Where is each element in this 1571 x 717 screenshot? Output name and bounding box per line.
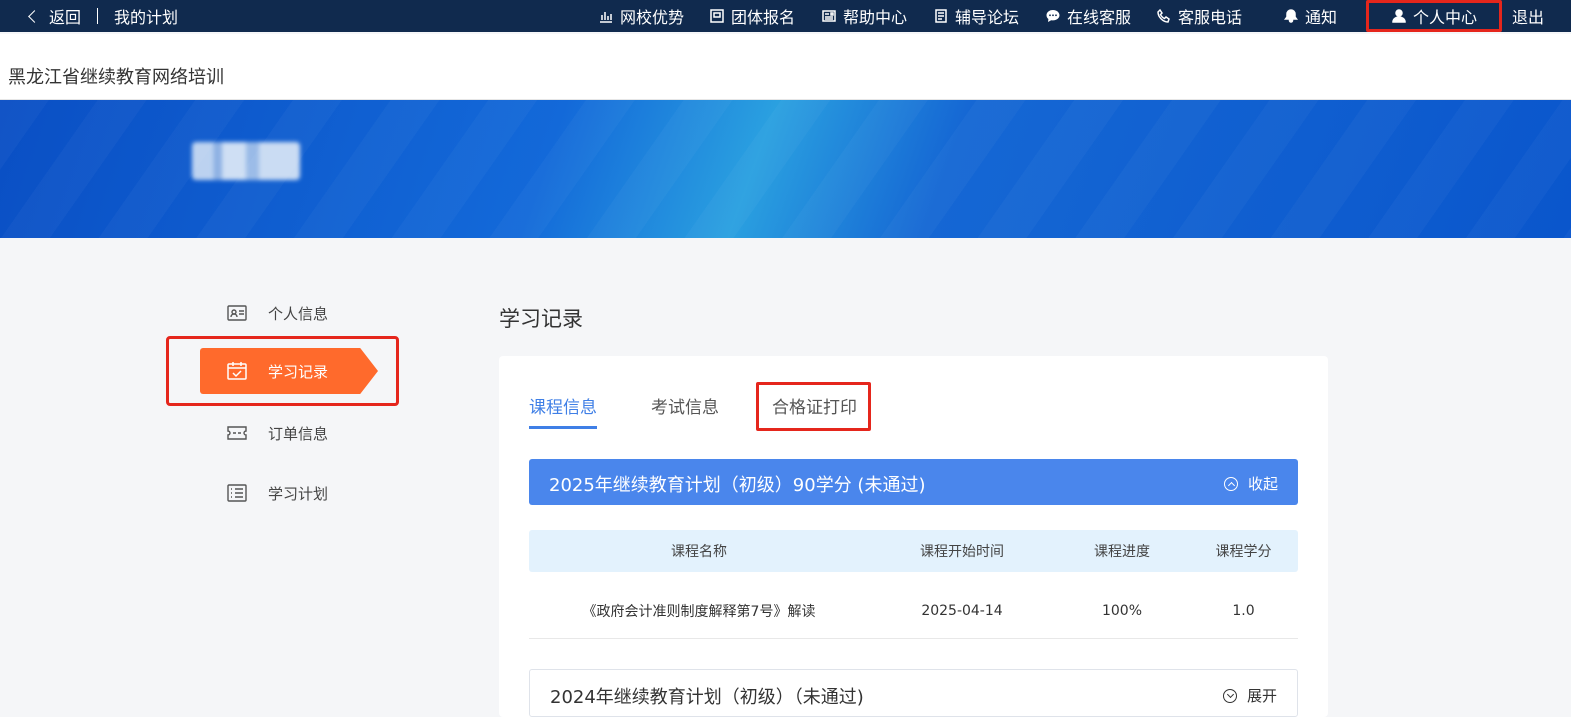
sidebar-item-order-info[interactable]: 订单信息: [226, 418, 328, 448]
sidebar-item-label: 学习计划: [268, 484, 329, 503]
course-start-date-cell: 2025-04-14: [921, 602, 1003, 619]
profile-banner: [0, 100, 1571, 238]
nav-online-service[interactable]: 在线客服: [1045, 0, 1131, 32]
calendar-check-icon: [227, 362, 247, 380]
chat-icon: [1046, 10, 1060, 22]
newspaper-icon: [822, 10, 836, 22]
chevron-up-circle-icon: [1223, 476, 1238, 491]
sidebar-item-label: 学习记录: [268, 362, 329, 381]
tab-certificate-print[interactable]: 合格证打印: [772, 393, 857, 429]
id-card-icon: [227, 305, 247, 321]
course-progress-cell: 100%: [1101, 602, 1143, 619]
column-header: 课程学分: [1215, 544, 1272, 560]
phone-icon: [1157, 8, 1170, 23]
nav-school-advantages[interactable]: 网校优势: [598, 0, 684, 32]
sidebar-item-study-plan[interactable]: 学习计划: [226, 478, 328, 508]
nav-notifications[interactable]: 通知: [1283, 0, 1337, 32]
plan-header-2025[interactable]: 2025年继续教育计划（初级）90学分 (未通过) 收起: [529, 459, 1298, 505]
user-icon: [1392, 9, 1406, 23]
blurred-username: [192, 142, 300, 180]
list-icon: [227, 484, 247, 502]
top-nav-bar: 返回 我的计划 网校优势 团体报名 帮助中心 辅导论坛 在线客服 客服电话 通知…: [0, 0, 1571, 32]
nav-tutoring-forum[interactable]: 辅导论坛: [933, 0, 1019, 32]
sidebar-item-label: 订单信息: [268, 424, 329, 443]
logout-link[interactable]: 退出: [1512, 0, 1544, 32]
bell-icon: [1284, 9, 1298, 23]
column-header: 课程进度: [1094, 544, 1150, 560]
column-header: 课程名称: [671, 544, 727, 560]
column-header: 课程开始时间: [920, 544, 1004, 560]
sidebar-item-personal-info[interactable]: 个人信息: [226, 298, 328, 328]
ticket-icon: [227, 426, 247, 440]
course-credit-cell: 1.0: [1232, 602, 1255, 619]
tab-exam-info[interactable]: 考试信息: [651, 393, 719, 429]
bar-chart-icon: [600, 12, 612, 23]
nav-group-registration[interactable]: 团体报名: [709, 0, 795, 32]
chevron-down-circle-icon: [1222, 688, 1237, 703]
nav-help-center[interactable]: 帮助中心: [821, 0, 907, 32]
plan-title: 2025年继续教育计划（初级）90学分 (未通过): [549, 475, 926, 496]
sidebar-item-label: 个人信息: [268, 304, 329, 323]
building-icon: [710, 9, 724, 23]
sidebar-item-study-records[interactable]: 学习记录: [200, 348, 378, 394]
nav-personal-center[interactable]: 个人中心: [1366, 0, 1502, 32]
site-title: 黑龙江省继续教育网络培训: [8, 67, 224, 88]
course-name-cell: 《政府会计准则制度解释第7号》解读: [582, 603, 816, 620]
table-row: 《政府会计准则制度解释第7号》解读 2025-04-14 100% 1.0: [529, 583, 1298, 639]
nav-service-phone[interactable]: 客服电话: [1156, 0, 1242, 32]
tab-course-info[interactable]: 课程信息: [529, 393, 597, 429]
site-header: 黑龙江省继续教育网络培训: [0, 34, 1571, 100]
expand-toggle[interactable]: 展开: [1222, 685, 1277, 706]
page-title: 学习记录: [499, 307, 583, 331]
plan-header-2024[interactable]: 2024年继续教育计划（初级）（未通过) 展开: [529, 669, 1298, 717]
plan-title: 2024年继续教育计划（初级）（未通过): [550, 687, 864, 708]
document-icon: [935, 9, 947, 23]
table-header: 课程名称 课程开始时间 课程进度 课程学分: [529, 530, 1298, 572]
collapse-toggle[interactable]: 收起: [1223, 473, 1278, 494]
